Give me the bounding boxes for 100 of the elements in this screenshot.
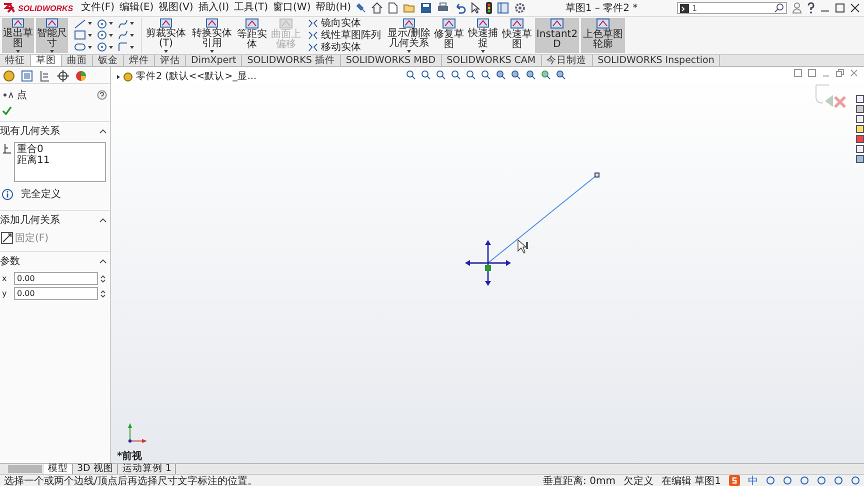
maximize-icon[interactable]	[835, 3, 845, 13]
search-field[interactable]: 1	[677, 2, 787, 14]
spinner-icon[interactable]	[100, 274, 106, 284]
ribbon-button[interactable]: 等距实体	[236, 18, 268, 53]
ribbon-button[interactable]: 退出草图	[2, 18, 34, 53]
ribbon-tab[interactable]: SOLIDWORKS Inspection	[592, 55, 720, 66]
point-drag-arrows-icon[interactable]	[465, 240, 511, 286]
line-tool-icon[interactable]	[74, 42, 86, 52]
input-mode-indicator[interactable]: 中	[748, 474, 758, 486]
ribbon-tab[interactable]: 焊件	[124, 55, 155, 66]
ribbon-button[interactable]: 转换实体引用	[190, 18, 234, 53]
ribbon-tab[interactable]: 评估	[155, 55, 186, 66]
relations-list[interactable]: 重合0 距离11	[14, 142, 106, 182]
ribbon-tab[interactable]: DimXpert	[186, 55, 242, 66]
spinner-icon[interactable]	[100, 288, 106, 298]
configuration-icon[interactable]	[39, 70, 51, 82]
ribbon-button[interactable]: 显示/删除几何关系	[387, 18, 431, 53]
curve-tool-icon[interactable]	[118, 42, 128, 52]
ribbon-button[interactable]: Instant2D	[535, 18, 579, 53]
ribbon-tab[interactable]: SOLIDWORKS 插件	[242, 55, 341, 66]
ribbon-button[interactable]: 剪裁实体(T)	[144, 18, 188, 53]
caret-icon[interactable]	[88, 22, 92, 26]
menu-item[interactable]: 工具(T)	[234, 2, 268, 14]
input-method-icon[interactable]	[729, 475, 740, 486]
circle-tool-icon[interactable]	[97, 30, 107, 40]
pointer-icon[interactable]	[471, 2, 482, 14]
ribbon-tab[interactable]: 曲面	[62, 55, 93, 66]
ribbon-button[interactable]: 修复草图	[433, 18, 465, 53]
save-icon[interactable]	[420, 2, 432, 14]
collapse-icon[interactable]	[99, 128, 107, 134]
ok-icon[interactable]	[2, 106, 12, 115]
circle-tool-icon[interactable]	[97, 42, 107, 52]
menu-item[interactable]: 视图(V)	[158, 2, 194, 14]
ribbon-button[interactable]: 上色草图轮廓	[581, 18, 625, 53]
relation-item[interactable]: 距离11	[17, 155, 103, 166]
section-heading[interactable]: 现有几何关系	[0, 124, 60, 138]
zoom-fit-icon[interactable]	[406, 70, 416, 80]
ribbon-tab[interactable]: SOLIDWORKS CAM	[442, 55, 542, 66]
graphics-area[interactable]: 零件2 (默认<<默认>_显... *前视	[111, 67, 864, 463]
view-label: *前视	[117, 450, 142, 463]
crosshair-icon[interactable]	[57, 70, 69, 82]
ribbon-menu-item[interactable]: 镜向实体	[308, 18, 381, 30]
traffic-light-icon[interactable]	[486, 2, 492, 14]
help-icon[interactable]	[97, 90, 107, 100]
command-icon	[680, 4, 689, 12]
caret-icon[interactable]	[130, 34, 134, 37]
caret-icon[interactable]	[130, 22, 134, 26]
print-icon[interactable]	[437, 2, 450, 14]
file-properties-icon[interactable]	[497, 2, 510, 14]
undo-icon[interactable]	[454, 2, 466, 14]
caret-icon[interactable]	[88, 46, 92, 49]
ribbon-button[interactable]: 快速草图	[501, 18, 533, 53]
help-icon[interactable]	[807, 2, 815, 14]
ribbon-tab[interactable]: SOLIDWORKS MBD	[340, 55, 442, 66]
ribbon-tab[interactable]: 今日制造	[542, 55, 593, 66]
section-heading[interactable]: 参数	[0, 254, 20, 268]
relation-item[interactable]: 重合0	[17, 144, 103, 155]
model-tab[interactable]: 模型	[44, 464, 73, 474]
ribbon-button[interactable]: 智能尺寸	[36, 18, 68, 53]
curve-tool-icon[interactable]	[118, 30, 128, 40]
part-breadcrumb[interactable]: 零件2 (默认<<默认>_显...	[136, 70, 256, 83]
expand-icon[interactable]	[117, 74, 120, 78]
ribbon-tab[interactable]: 草图	[31, 55, 62, 66]
sketch-tool-icon	[45, 18, 59, 29]
pin-icon[interactable]	[356, 3, 366, 13]
menu-item[interactable]: 文件(F)	[81, 2, 115, 14]
menu-item[interactable]: 编辑(E)	[120, 2, 154, 14]
line-tool-icon[interactable]	[74, 30, 86, 40]
caret-icon[interactable]	[130, 46, 134, 49]
ribbon-menu-item[interactable]: 线性草图阵列	[308, 30, 381, 41]
caret-icon[interactable]	[109, 34, 113, 37]
property-list-icon[interactable]	[21, 70, 33, 82]
caret-icon[interactable]	[109, 22, 113, 26]
section-heading[interactable]: 添加几何关系	[0, 213, 60, 227]
tile-right-icon[interactable]	[808, 69, 816, 77]
caret-icon[interactable]	[109, 46, 113, 49]
close-icon[interactable]	[850, 3, 860, 13]
collapse-icon[interactable]	[99, 217, 107, 223]
tab-scroll-handle[interactable]	[8, 465, 42, 473]
solidworks-logo[interactable]: SOLIDWORKS	[2, 2, 76, 14]
user-icon[interactable]	[792, 2, 802, 14]
tile-left-icon[interactable]	[794, 69, 802, 77]
collapse-icon[interactable]	[99, 258, 107, 264]
new-document-icon[interactable]	[388, 2, 398, 14]
ribbon-tab[interactable]: 钣金	[93, 55, 124, 66]
restore-icon[interactable]	[836, 69, 844, 77]
line-tool-icon[interactable]	[74, 18, 86, 29]
relation-icon	[2, 142, 12, 154]
menu-item[interactable]: 插入(I)	[198, 2, 230, 14]
caret-icon[interactable]	[88, 34, 92, 37]
curve-tool-icon[interactable]	[118, 18, 128, 29]
coordinate-field[interactable]: 0.00	[14, 287, 98, 300]
circle-tool-icon[interactable]	[97, 18, 107, 29]
feature-tree-icon[interactable]	[3, 70, 15, 82]
menu-item[interactable]: 窗口(W)	[273, 2, 311, 14]
coordinate-field[interactable]: 0.00	[14, 272, 98, 285]
zoom-area-icon[interactable]	[421, 70, 431, 80]
ribbon-button[interactable]: 快速捕捉	[467, 18, 499, 53]
menu-item[interactable]: 帮助(H)	[316, 2, 352, 14]
ribbon-menu-item[interactable]: 移动实体	[308, 42, 381, 53]
